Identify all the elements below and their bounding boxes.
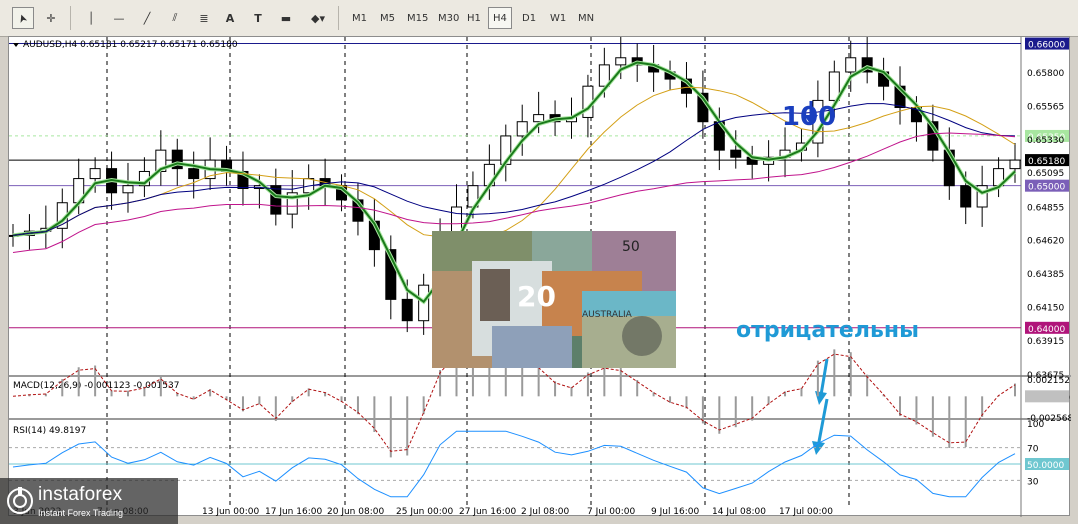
timeframe-h4-button[interactable]: H4 (488, 7, 512, 29)
price-axis-tick: 0.65565 (1027, 102, 1064, 112)
candle-body (730, 149, 742, 158)
date-axis-label: 17 Jul 00:00 (779, 507, 833, 517)
candle-body (960, 185, 972, 208)
date-axis-label: 25 Jun 00:00 (396, 507, 453, 517)
watermark-subtitle: Instant Forex Trading (38, 508, 124, 518)
text-tool-tool-button[interactable]: A (219, 7, 241, 29)
vertical-line-icon: │ (87, 11, 95, 25)
date-axis-label: 7 Jul 00:00 (587, 507, 636, 517)
crosshair-tool-button[interactable]: ✛ (40, 7, 62, 29)
rectangle-shape-icon: ▬ (280, 11, 292, 25)
instaforex-logo-icon (7, 487, 33, 514)
cursor-arrow-tool-button[interactable]: ➤ (12, 7, 34, 29)
chart-toolbar: ➤ ✛ │ — ╱ ⫽ ≣ A T ▬ ◆▾ M1 M5 M15 M30 H1 H4 D1 W1 MN (0, 0, 1078, 37)
text-label-icon: T (254, 11, 262, 25)
candle-body (615, 57, 627, 66)
equidistant-channel-icon: ⫽ (172, 11, 178, 24)
price-axis-tick: 0.64620 (1027, 237, 1064, 247)
arrows-dropdown-tool-button[interactable]: ◆▾ (307, 7, 329, 29)
timeframe-m5-button[interactable]: M5 (376, 7, 399, 29)
symbol-dropdown-icon (13, 43, 19, 47)
trendline-tool-button[interactable]: ╱ (136, 7, 158, 29)
rsi-axis-tick: 70 (1027, 445, 1039, 455)
price-axis-tick: 0.65095 (1027, 169, 1064, 179)
timeframe-m30-button[interactable]: M30 (434, 7, 463, 29)
timeframe-mn-button[interactable]: MN (574, 7, 598, 29)
candle-body (188, 168, 200, 180)
candle-body (89, 168, 101, 180)
text-label-tool-button[interactable]: T (247, 7, 269, 29)
date-axis-label: 17 Jun 16:00 (265, 507, 322, 517)
candle-body (270, 185, 282, 215)
equidistant-channel-tool-button[interactable]: ⫽ (164, 7, 186, 29)
date-axis-label: 14 Jul 08:00 (712, 507, 766, 517)
candle-body (845, 57, 857, 73)
watermark-brand: instaforex (38, 484, 123, 505)
svg-text:AUSTRALIA: AUSTRALIA (582, 310, 633, 320)
timeframe-m15-button[interactable]: M15 (403, 7, 432, 29)
candle-body (533, 114, 545, 123)
rsi-title: RSI(14) 49.8197 (13, 426, 86, 436)
price-axis-tick: 0.63915 (1027, 337, 1064, 347)
rectangle-shape-tool-button[interactable]: ▬ (275, 7, 297, 29)
candle-body (1009, 159, 1021, 170)
date-axis-label: 20 Jun 08:00 (327, 507, 384, 517)
candle-body (516, 121, 528, 137)
price-level-label: 0.65000 (1028, 183, 1065, 193)
price-axis-tick: 0.65800 (1027, 69, 1064, 79)
timeframe-w1-button[interactable]: W1 (546, 7, 570, 29)
horizontal-line-icon: — (113, 11, 125, 25)
horizontal-line-tool-button[interactable]: — (108, 7, 130, 29)
text-tool-icon: A (225, 11, 235, 25)
macd-axis-tick: 0.002152 (1027, 376, 1070, 386)
crosshair-icon: ✛ (46, 11, 56, 25)
pane-divider (9, 418, 1071, 420)
annotation-negative-label: отрицательны (736, 318, 919, 343)
price-level-label: 0.64000 (1028, 325, 1065, 335)
timeframe-h1-button[interactable]: H1 (463, 7, 485, 29)
currency-banknotes-image: 20 AUSTRALIA 50 (432, 231, 676, 368)
svg-text:50: 50 (622, 239, 640, 255)
date-axis-label: 27 Jun 16:00 (459, 507, 516, 517)
date-axis-label: 13 Jun 00:00 (202, 507, 259, 517)
date-axis-label: 2 Jul 08:00 (521, 507, 570, 517)
toolbar-separator (338, 6, 339, 30)
fibonacci-retracement-icon: ≣ (199, 11, 209, 25)
cursor-arrow-icon: ➤ (15, 11, 31, 25)
rsi-value-label: 50.0000 (1027, 461, 1064, 471)
price-axis-tick: 0.64385 (1027, 270, 1064, 280)
candle-body (401, 298, 413, 322)
rsi-axis-tick: 100 (1027, 420, 1044, 430)
candle-body (122, 185, 134, 194)
timeframe-m1-button[interactable]: M1 (348, 7, 371, 29)
toolbar-separator (70, 6, 71, 30)
arrows-dropdown-icon: ◆▾ (311, 11, 325, 25)
price-axis-tick: 0.64855 (1027, 203, 1064, 213)
price-axis-tick: 0.65330 (1027, 136, 1064, 146)
vertical-line-tool-button[interactable]: │ (80, 7, 102, 29)
price-axis-tick: 0.64150 (1027, 303, 1064, 313)
fibonacci-retracement-tool-button[interactable]: ≣ (193, 7, 215, 29)
note-20-label: 20 (517, 280, 556, 313)
macd-zero-tag (1025, 390, 1069, 403)
rsi-axis-tick: 30 (1027, 477, 1039, 487)
trendline-icon: ╱ (143, 11, 151, 25)
date-axis-label: 9 Jul 16:00 (651, 507, 700, 517)
timeframe-d1-button[interactable]: D1 (518, 7, 540, 29)
price-level-label: 0.66000 (1028, 41, 1065, 51)
chart-symbol-header: AUDUSD,H4 0.65181 0.65217 0.65171 0.6518… (23, 40, 238, 50)
pane-divider (9, 375, 1071, 377)
price-level-label: 0.65180 (1028, 157, 1065, 167)
instaforex-watermark: instaforex Instant Forex Trading (0, 478, 178, 524)
